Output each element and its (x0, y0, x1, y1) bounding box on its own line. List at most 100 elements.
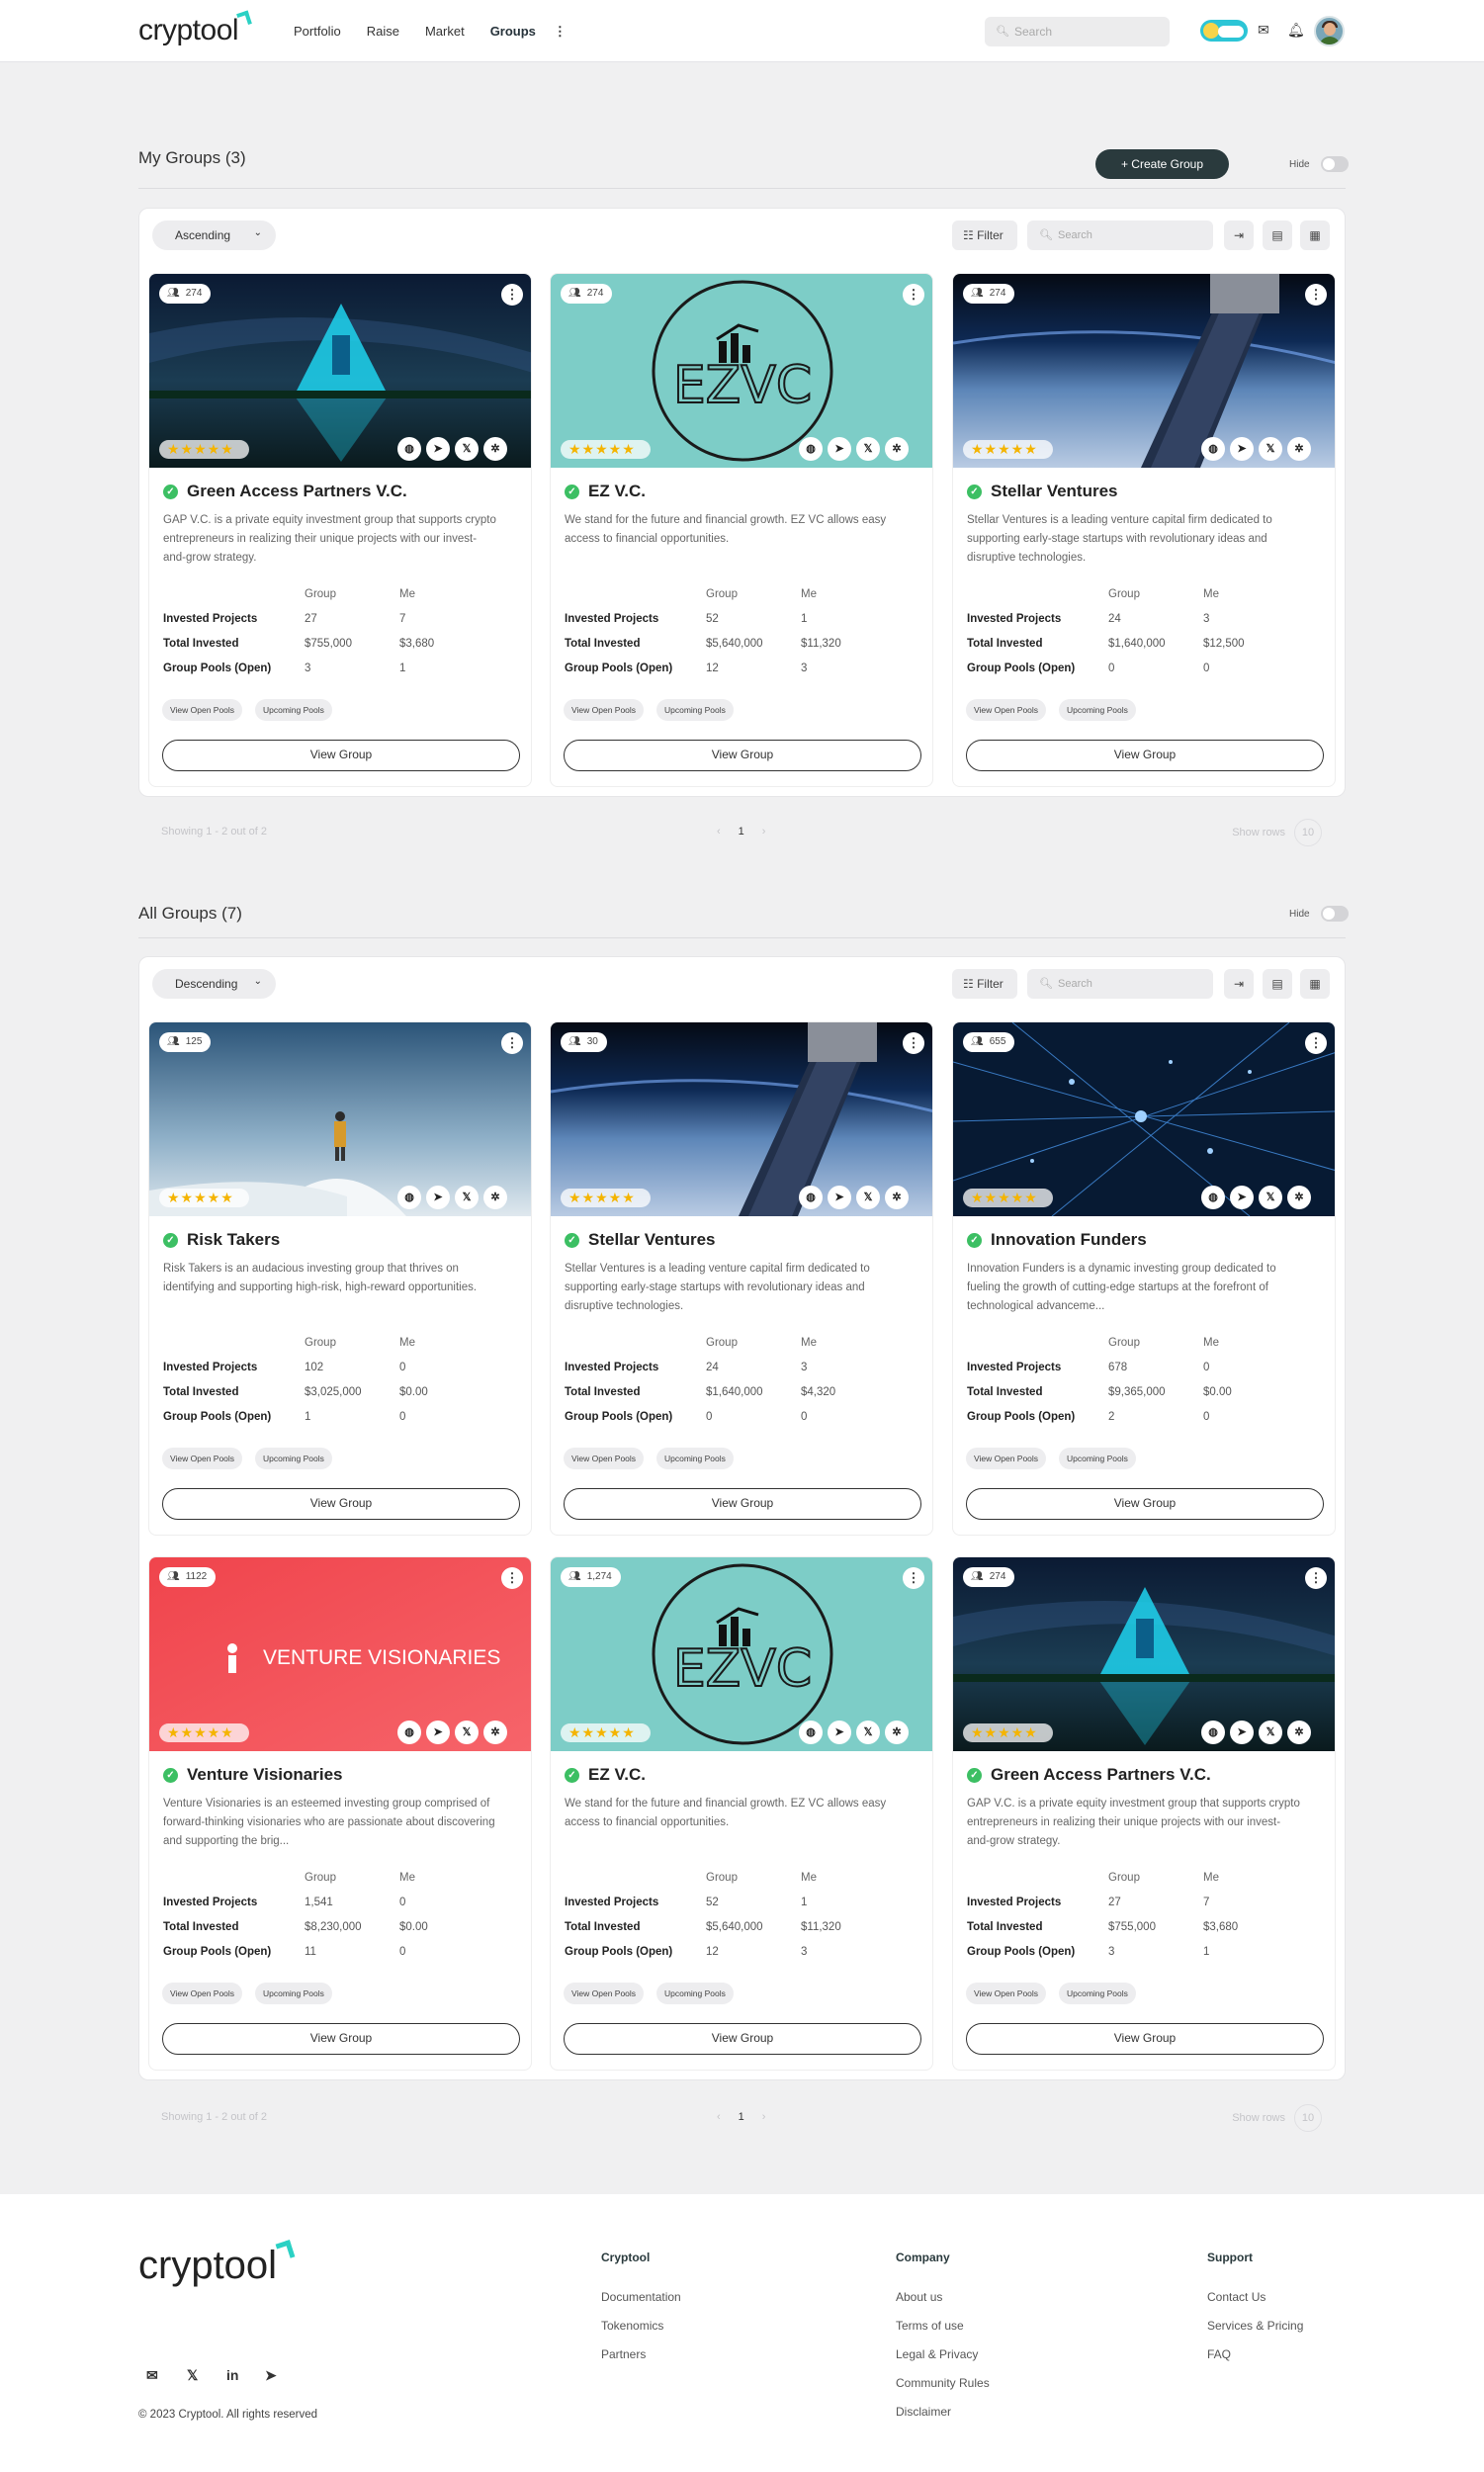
telegram-icon[interactable]: ➤ (1230, 437, 1254, 461)
upcoming-pools-chip[interactable]: Upcoming Pools (656, 699, 734, 721)
grid-view-icon[interactable]: ▦ (1300, 221, 1330, 250)
mail-icon[interactable]: ✉ (146, 2367, 158, 2384)
more-vertical-icon[interactable]: ⋮ (501, 1567, 523, 1589)
globe-icon[interactable]: ◍ (1201, 437, 1225, 461)
group-thumbnail[interactable]: 👥︎ 30 ⋮ ★★★★★ ◍ ➤ 𝕏 ✲ (551, 1022, 932, 1216)
asterisk-icon[interactable]: ✲ (483, 437, 507, 461)
more-vertical-icon[interactable]: ⋮ (1305, 1032, 1327, 1054)
upcoming-pools-chip[interactable]: Upcoming Pools (656, 1983, 734, 2004)
group-name[interactable]: ✓ Innovation Funders (967, 1230, 1147, 1250)
asterisk-icon[interactable]: ✲ (885, 437, 909, 461)
all-groups-hide-toggle[interactable]: Hide (1289, 906, 1349, 922)
next-page-icon[interactable]: › (762, 2111, 766, 2123)
group-thumbnail[interactable]: VENTURE VISIONARIES 👥︎ 1122 ⋮ ★★★★★ ◍ ➤ 𝕏… (149, 1557, 531, 1751)
list-view-icon[interactable]: ▤ (1263, 221, 1292, 250)
export-icon[interactable]: ⇥ (1224, 221, 1254, 250)
group-thumbnail[interactable]: 👥︎ 274 ⋮ ★★★★★ ◍ ➤ 𝕏 ✲ (149, 274, 531, 468)
view-group-button[interactable]: View Group (564, 740, 921, 771)
globe-icon[interactable]: ◍ (397, 437, 421, 461)
view-open-pools-chip[interactable]: View Open Pools (564, 1983, 645, 2004)
nav-portfolio[interactable]: Portfolio (294, 24, 341, 40)
view-group-button[interactable]: View Group (564, 2023, 921, 2055)
view-open-pools-chip[interactable]: View Open Pools (162, 1448, 243, 1469)
rows-select[interactable]: 10 (1294, 819, 1322, 846)
x-icon[interactable]: 𝕏 (1259, 1721, 1282, 1744)
group-thumbnail[interactable]: 👥︎ 274 ⋮ ★★★★★ ◍ ➤ 𝕏 ✲ (953, 274, 1335, 468)
upcoming-pools-chip[interactable]: Upcoming Pools (1059, 1983, 1136, 2004)
telegram-icon[interactable]: ➤ (426, 437, 450, 461)
asterisk-icon[interactable]: ✲ (885, 1721, 909, 1744)
view-group-button[interactable]: View Group (162, 740, 520, 771)
more-vertical-icon[interactable]: ⋮ (1305, 284, 1327, 306)
telegram-icon[interactable]: ➤ (265, 2367, 277, 2384)
filter-button[interactable]: ☷ Filter (952, 221, 1017, 250)
upcoming-pools-chip[interactable]: Upcoming Pools (255, 1448, 332, 1469)
view-open-pools-chip[interactable]: View Open Pools (966, 699, 1047, 721)
upcoming-pools-chip[interactable]: Upcoming Pools (1059, 699, 1136, 721)
upcoming-pools-chip[interactable]: Upcoming Pools (656, 1448, 734, 1469)
groups-search-input[interactable]: 🔍︎ Search (1027, 969, 1213, 999)
telegram-icon[interactable]: ➤ (426, 1186, 450, 1209)
telegram-icon[interactable]: ➤ (1230, 1186, 1254, 1209)
x-icon[interactable]: 𝕏 (455, 1721, 479, 1744)
asterisk-icon[interactable]: ✲ (483, 1186, 507, 1209)
hide-switch[interactable] (1321, 156, 1349, 172)
more-vertical-icon[interactable]: ⋮ (501, 284, 523, 306)
page-number[interactable]: 1 (739, 826, 744, 838)
global-search-input[interactable]: 🔍︎ Search (985, 17, 1170, 46)
globe-icon[interactable]: ◍ (397, 1721, 421, 1744)
more-vertical-icon[interactable]: ⋮ (903, 284, 924, 306)
view-group-button[interactable]: View Group (162, 1488, 520, 1520)
x-icon[interactable]: 𝕏 (856, 1721, 880, 1744)
footer-link[interactable]: Disclaimer (896, 2405, 990, 2419)
view-open-pools-chip[interactable]: View Open Pools (966, 1448, 1047, 1469)
group-name[interactable]: ✓ Stellar Ventures (565, 1230, 716, 1250)
upcoming-pools-chip[interactable]: Upcoming Pools (1059, 1448, 1136, 1469)
telegram-icon[interactable]: ➤ (828, 437, 851, 461)
hide-switch[interactable] (1321, 906, 1349, 922)
globe-icon[interactable]: ◍ (1201, 1186, 1225, 1209)
group-name[interactable]: ✓ EZ V.C. (565, 1765, 646, 1785)
group-thumbnail[interactable]: 👥︎ 655 ⋮ ★★★★★ ◍ ➤ 𝕏 ✲ (953, 1022, 1335, 1216)
globe-icon[interactable]: ◍ (799, 437, 823, 461)
avatar[interactable] (1314, 16, 1345, 46)
page-number[interactable]: 1 (739, 2111, 744, 2123)
nav-market[interactable]: Market (425, 24, 465, 40)
asterisk-icon[interactable]: ✲ (1287, 437, 1311, 461)
x-icon[interactable]: 𝕏 (856, 437, 880, 461)
globe-icon[interactable]: ◍ (799, 1186, 823, 1209)
footer-link[interactable]: Legal & Privacy (896, 2347, 990, 2361)
footer-link[interactable]: Community Rules (896, 2376, 990, 2390)
mail-icon[interactable]: ✉ (1258, 22, 1269, 39)
footer-link[interactable]: Partners (601, 2347, 681, 2361)
footer-link[interactable]: Contact Us (1207, 2290, 1303, 2304)
view-open-pools-chip[interactable]: View Open Pools (564, 1448, 645, 1469)
group-name[interactable]: ✓ Risk Takers (163, 1230, 280, 1250)
grid-view-icon[interactable]: ▦ (1300, 969, 1330, 999)
x-icon[interactable]: 𝕏 (187, 2367, 198, 2384)
globe-icon[interactable]: ◍ (1201, 1721, 1225, 1744)
view-open-pools-chip[interactable]: View Open Pools (162, 699, 243, 721)
telegram-icon[interactable]: ➤ (828, 1186, 851, 1209)
view-open-pools-chip[interactable]: View Open Pools (564, 699, 645, 721)
x-icon[interactable]: 𝕏 (856, 1186, 880, 1209)
group-thumbnail[interactable]: 👥︎ 125 ⋮ ★★★★★ ◍ ➤ 𝕏 ✲ (149, 1022, 531, 1216)
filter-button[interactable]: ☷ Filter (952, 969, 1017, 999)
footer-link[interactable]: Tokenomics (601, 2319, 681, 2333)
group-thumbnail[interactable]: 👥︎ 274 ⋮ ★★★★★ ◍ ➤ 𝕏 ✲ (953, 1557, 1335, 1751)
rows-select[interactable]: 10 (1294, 2104, 1322, 2132)
group-name[interactable]: ✓ Green Access Partners V.C. (967, 1765, 1211, 1785)
more-vertical-icon[interactable]: ⋮ (903, 1567, 924, 1589)
prev-page-icon[interactable]: ‹ (717, 2111, 721, 2123)
asterisk-icon[interactable]: ✲ (885, 1186, 909, 1209)
more-vertical-icon[interactable]: ⋮ (903, 1032, 924, 1054)
theme-toggle[interactable] (1200, 20, 1248, 42)
view-group-button[interactable]: View Group (966, 740, 1324, 771)
asterisk-icon[interactable]: ✲ (1287, 1721, 1311, 1744)
list-view-icon[interactable]: ▤ (1263, 969, 1292, 999)
group-name[interactable]: ✓ Stellar Ventures (967, 482, 1118, 501)
x-icon[interactable]: 𝕏 (455, 1186, 479, 1209)
logo[interactable]: cryptool (138, 10, 252, 47)
view-group-button[interactable]: View Group (564, 1488, 921, 1520)
prev-page-icon[interactable]: ‹ (717, 826, 721, 838)
